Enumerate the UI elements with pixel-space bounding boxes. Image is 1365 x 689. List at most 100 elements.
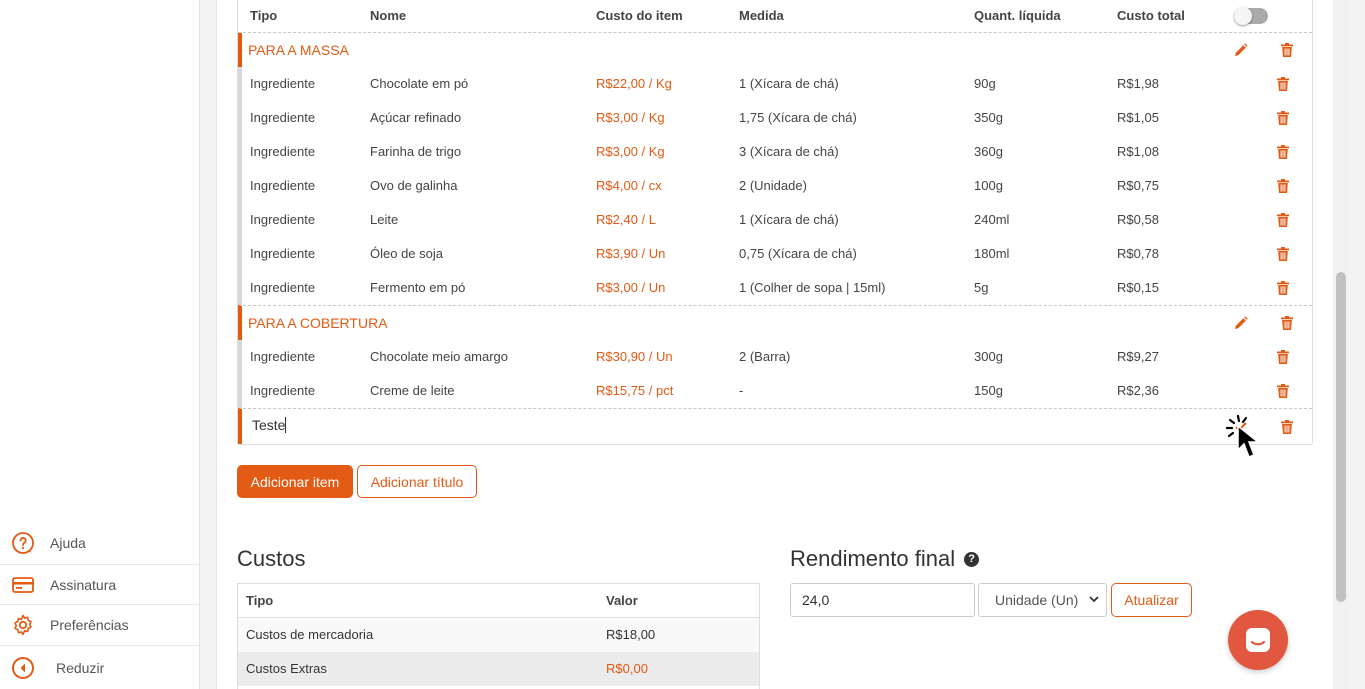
sidebar-item-help[interactable]: Ajuda: [0, 523, 199, 563]
table-row[interactable]: Ingrediente Açúcar refinado R$3,00 / Kg …: [238, 101, 1312, 135]
cell-valor[interactable]: R$0,00: [606, 652, 648, 686]
scrollbar-thumb[interactable]: [1336, 272, 1346, 602]
table-row[interactable]: Ingrediente Fermento em pó R$3,00 / Un 1…: [238, 271, 1312, 305]
sidebar-item-preferences[interactable]: Preferências: [0, 604, 199, 644]
cell-medida: 0,75 (Xícara de chá): [739, 246, 857, 261]
costs-table: Tipo Valor Custos de mercadoria R$18,00 …: [237, 583, 760, 689]
section-title[interactable]: PARA A MASSA: [248, 33, 349, 67]
cell-custo[interactable]: R$3,00 / Un: [596, 271, 665, 305]
col-nome: Nome: [370, 8, 407, 23]
cell-quant: 180ml: [974, 246, 1010, 261]
update-button[interactable]: Atualizar: [1111, 583, 1192, 617]
cell-medida: 2 (Unidade): [739, 178, 807, 193]
cell-nome: Fermento em pó: [370, 280, 466, 295]
trash-icon[interactable]: [1275, 76, 1291, 92]
table-row[interactable]: Ingrediente Farinha de trigo R$3,00 / Kg…: [238, 135, 1312, 169]
cell-custo[interactable]: R$30,90 / Un: [596, 340, 673, 374]
help-icon[interactable]: ?: [964, 551, 980, 567]
cell-quant: 240ml: [974, 212, 1010, 227]
table-row[interactable]: Ingrediente Ovo de galinha R$4,00 / cx 2…: [238, 169, 1312, 203]
sidebar-item-collapse[interactable]: Reduzir: [0, 645, 199, 689]
table-row[interactable]: Custos Extras R$0,00: [238, 652, 759, 686]
cell-custo[interactable]: R$22,00 / Kg: [596, 67, 672, 101]
table-row: Custos de mercadoria R$18,00: [238, 618, 759, 652]
costs-header: Tipo Valor: [238, 584, 759, 618]
cell-quant: 150g: [974, 383, 1003, 398]
cell-total: R$1,05: [1117, 110, 1159, 125]
cell-medida: 1 (Xícara de chá): [739, 76, 839, 91]
cell-tipo: Ingrediente: [250, 349, 316, 364]
gear-icon: [11, 613, 35, 637]
cell-custo[interactable]: R$3,00 / Kg: [596, 135, 665, 169]
trash-icon[interactable]: [1275, 144, 1291, 160]
add-title-button[interactable]: Adicionar título: [357, 465, 477, 498]
ingredients-table: Tipo Nome Custo do item Medida Quant. lí…: [237, 0, 1313, 445]
chevron-down-icon: [1088, 584, 1100, 627]
table-row[interactable]: Ingrediente Óleo de soja R$3,90 / Un 0,7…: [238, 237, 1312, 271]
unit-select-value: Unidade (Un): [995, 592, 1079, 608]
collapse-icon: [11, 656, 35, 680]
trash-icon[interactable]: [1279, 315, 1295, 331]
trash-icon[interactable]: [1275, 280, 1291, 296]
cell-total: R$0,15: [1117, 280, 1159, 295]
title-input-value: Teste: [252, 417, 286, 433]
scrollbar[interactable]: [1333, 0, 1349, 689]
trash-icon[interactable]: [1275, 246, 1291, 262]
cell-nome: Leite: [370, 212, 399, 227]
col-valor: Valor: [606, 593, 638, 608]
cell-medida: 1 (Xícara de chá): [739, 212, 839, 227]
cell-custo[interactable]: R$2,40 / L: [596, 203, 656, 237]
add-item-button[interactable]: Adicionar item: [237, 465, 353, 498]
title-input[interactable]: Teste: [252, 417, 287, 433]
show-all-toggle[interactable]: [1234, 7, 1268, 25]
trash-icon[interactable]: [1275, 349, 1291, 365]
trash-icon[interactable]: [1279, 419, 1295, 435]
cell-total: R$1,08: [1117, 144, 1159, 159]
cell-custo[interactable]: R$3,90 / Un: [596, 237, 665, 271]
new-title-row: Teste: [238, 408, 1312, 444]
cell-nome: Açúcar refinado: [370, 110, 462, 125]
pencil-icon[interactable]: [1233, 315, 1249, 331]
sidebar: Ajuda Assinatura Preferências Reduzir: [0, 0, 200, 689]
cell-quant: 100g: [974, 178, 1003, 193]
cell-valor: R$18,00: [606, 627, 656, 642]
sidebar-item-label: Ajuda: [50, 535, 86, 551]
cell-custo[interactable]: R$4,00 / cx: [596, 169, 662, 203]
cell-quant: 360g: [974, 144, 1003, 159]
section-title[interactable]: PARA A COBERTURA: [248, 306, 388, 340]
cell-medida: -: [739, 383, 744, 398]
cell-custo[interactable]: R$3,00 / Kg: [596, 101, 665, 135]
yield-input[interactable]: 24,0: [790, 583, 975, 617]
trash-icon[interactable]: [1275, 383, 1291, 399]
cell-total: R$0,58: [1117, 212, 1159, 227]
costs-heading: Custos: [237, 546, 306, 571]
table-row[interactable]: Ingrediente Creme de leite R$15,75 / pct…: [238, 374, 1312, 408]
cell-nome: Ovo de galinha: [370, 178, 458, 193]
table-row[interactable]: Ingrediente Chocolate meio amargo R$30,9…: [238, 340, 1312, 374]
chat-icon[interactable]: [1228, 610, 1288, 670]
yield-heading: Rendimento final ?: [790, 546, 980, 572]
cell-total: R$9,27: [1117, 349, 1159, 364]
table-row[interactable]: Ingrediente Leite R$2,40 / L 1 (Xícara d…: [238, 203, 1312, 237]
cell-nome: Creme de leite: [370, 383, 455, 398]
trash-icon[interactable]: [1275, 110, 1291, 126]
table-header: Tipo Nome Custo do item Medida Quant. lí…: [238, 0, 1312, 33]
col-total: Custo total: [1117, 8, 1185, 23]
sidebar-item-subscription[interactable]: Assinatura: [0, 564, 199, 604]
cell-medida: 1,75 (Xícara de chá): [739, 110, 857, 125]
text-caret: [285, 417, 287, 433]
trash-icon[interactable]: [1275, 178, 1291, 194]
trash-icon[interactable]: [1279, 42, 1295, 58]
cell-total: R$0,75: [1117, 178, 1159, 193]
pencil-icon[interactable]: [1233, 42, 1249, 58]
trash-icon[interactable]: [1275, 212, 1291, 228]
table-row[interactable]: Ingrediente Chocolate em pó R$22,00 / Kg…: [238, 67, 1312, 101]
cell-total: R$1,98: [1117, 76, 1159, 91]
cell-tipo: Ingrediente: [250, 110, 316, 125]
cell-custo[interactable]: R$15,75 / pct: [596, 374, 673, 408]
col-tipo: Tipo: [246, 593, 274, 608]
cell-tipo: Ingrediente: [250, 212, 316, 227]
unit-select[interactable]: Unidade (Un): [978, 583, 1107, 617]
mouse-cursor-icon: [1225, 414, 1276, 469]
col-quant: Quant. líquida: [974, 8, 1061, 23]
